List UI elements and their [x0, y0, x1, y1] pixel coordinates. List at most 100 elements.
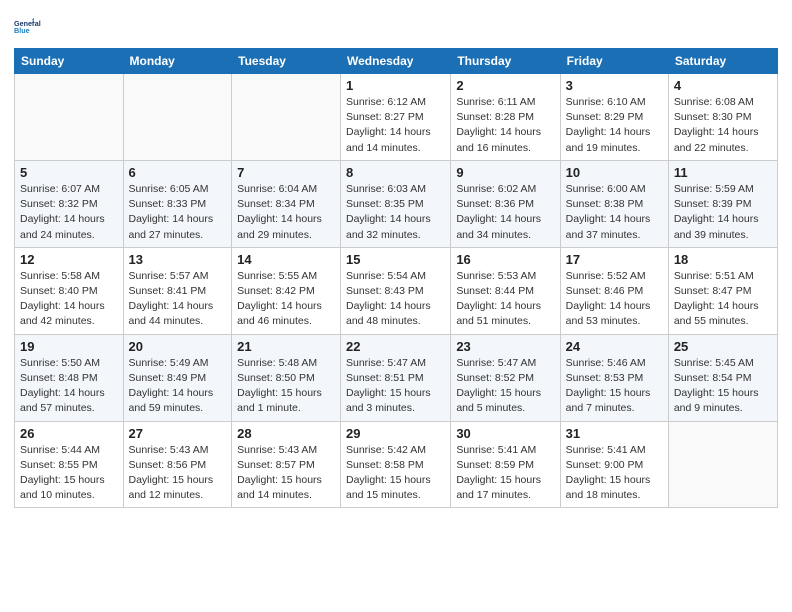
day-number: 2 — [456, 78, 554, 93]
calendar-day-19: 19 Sunrise: 5:50 AMSunset: 8:48 PMDayligh… — [15, 334, 124, 421]
weekday-header-tuesday: Tuesday — [232, 49, 341, 74]
day-info: Sunrise: 5:47 AMSunset: 8:51 PMDaylight:… — [346, 356, 445, 417]
day-number: 15 — [346, 252, 445, 267]
day-number: 22 — [346, 339, 445, 354]
day-number: 17 — [566, 252, 663, 267]
day-number: 6 — [129, 165, 227, 180]
day-info: Sunrise: 5:44 AMSunset: 8:55 PMDaylight:… — [20, 443, 118, 504]
day-number: 21 — [237, 339, 335, 354]
day-info: Sunrise: 6:08 AMSunset: 8:30 PMDaylight:… — [674, 95, 772, 156]
weekday-header-thursday: Thursday — [451, 49, 560, 74]
day-info: Sunrise: 5:42 AMSunset: 8:58 PMDaylight:… — [346, 443, 445, 504]
day-number: 5 — [20, 165, 118, 180]
calendar-day-11: 11 Sunrise: 5:59 AMSunset: 8:39 PMDayligh… — [668, 160, 777, 247]
calendar-day-15: 15 Sunrise: 5:54 AMSunset: 8:43 PMDayligh… — [341, 247, 451, 334]
day-info: Sunrise: 5:54 AMSunset: 8:43 PMDaylight:… — [346, 269, 445, 330]
day-number: 14 — [237, 252, 335, 267]
calendar-day-18: 18 Sunrise: 5:51 AMSunset: 8:47 PMDayligh… — [668, 247, 777, 334]
day-number: 19 — [20, 339, 118, 354]
day-number: 27 — [129, 426, 227, 441]
calendar-day-23: 23 Sunrise: 5:47 AMSunset: 8:52 PMDayligh… — [451, 334, 560, 421]
calendar-empty-cell — [668, 421, 777, 508]
day-info: Sunrise: 5:41 AMSunset: 9:00 PMDaylight:… — [566, 443, 663, 504]
calendar-week-row: 12 Sunrise: 5:58 AMSunset: 8:40 PMDayligh… — [15, 247, 778, 334]
calendar-day-20: 20 Sunrise: 5:49 AMSunset: 8:49 PMDayligh… — [123, 334, 232, 421]
day-info: Sunrise: 5:51 AMSunset: 8:47 PMDaylight:… — [674, 269, 772, 330]
calendar-day-1: 1 Sunrise: 6:12 AMSunset: 8:27 PMDaylight… — [341, 74, 451, 161]
day-number: 9 — [456, 165, 554, 180]
calendar-week-row: 5 Sunrise: 6:07 AMSunset: 8:32 PMDaylight… — [15, 160, 778, 247]
calendar-day-21: 21Sunrise: 5:48 AMSunset: 8:50 PMDayligh… — [232, 334, 341, 421]
day-info: Sunrise: 5:43 AMSunset: 8:57 PMDaylight:… — [237, 443, 335, 504]
day-info: Sunrise: 5:58 AMSunset: 8:40 PMDaylight:… — [20, 269, 118, 330]
calendar-day-2: 2Sunrise: 6:11 AMSunset: 8:28 PMDaylight… — [451, 74, 560, 161]
day-number: 31 — [566, 426, 663, 441]
calendar-day-7: 7Sunrise: 6:04 AMSunset: 8:34 PMDaylight… — [232, 160, 341, 247]
day-info: Sunrise: 5:43 AMSunset: 8:56 PMDaylight:… — [129, 443, 227, 504]
day-number: 28 — [237, 426, 335, 441]
calendar-empty-cell — [123, 74, 232, 161]
day-info: Sunrise: 6:10 AMSunset: 8:29 PMDaylight:… — [566, 95, 663, 156]
svg-text:Blue: Blue — [14, 26, 30, 35]
calendar-day-29: 29 Sunrise: 5:42 AMSunset: 8:58 PMDayligh… — [341, 421, 451, 508]
day-number: 23 — [456, 339, 554, 354]
calendar-day-28: 28 Sunrise: 5:43 AMSunset: 8:57 PMDayligh… — [232, 421, 341, 508]
day-info: Sunrise: 5:50 AMSunset: 8:48 PMDaylight:… — [20, 356, 118, 417]
day-number: 29 — [346, 426, 445, 441]
day-number: 25 — [674, 339, 772, 354]
calendar-day-17: 17Sunrise: 5:52 AMSunset: 8:46 PMDayligh… — [560, 247, 668, 334]
calendar-day-5: 5 Sunrise: 6:07 AMSunset: 8:32 PMDaylight… — [15, 160, 124, 247]
calendar-empty-cell — [232, 74, 341, 161]
day-info: Sunrise: 5:59 AMSunset: 8:39 PMDaylight:… — [674, 182, 772, 243]
day-number: 4 — [674, 78, 772, 93]
calendar-week-row: 26 Sunrise: 5:44 AMSunset: 8:55 PMDayligh… — [15, 421, 778, 508]
day-number: 12 — [20, 252, 118, 267]
day-number: 3 — [566, 78, 663, 93]
calendar-day-14: 14 Sunrise: 5:55 AMSunset: 8:42 PMDayligh… — [232, 247, 341, 334]
calendar-day-31: 31 Sunrise: 5:41 AMSunset: 9:00 PMDayligh… — [560, 421, 668, 508]
day-info: Sunrise: 5:49 AMSunset: 8:49 PMDaylight:… — [129, 356, 227, 417]
calendar-day-26: 26 Sunrise: 5:44 AMSunset: 8:55 PMDayligh… — [15, 421, 124, 508]
calendar-day-10: 10 Sunrise: 6:00 AMSunset: 8:38 PMDayligh… — [560, 160, 668, 247]
day-number: 13 — [129, 252, 227, 267]
calendar-header-row: SundayMondayTuesdayWednesdayThursdayFrid… — [15, 49, 778, 74]
day-info: Sunrise: 5:47 AMSunset: 8:52 PMDaylight:… — [456, 356, 554, 417]
day-info: Sunrise: 6:05 AMSunset: 8:33 PMDaylight:… — [129, 182, 227, 243]
calendar-day-22: 22 Sunrise: 5:47 AMSunset: 8:51 PMDayligh… — [341, 334, 451, 421]
weekday-header-monday: Monday — [123, 49, 232, 74]
day-info: Sunrise: 6:00 AMSunset: 8:38 PMDaylight:… — [566, 182, 663, 243]
day-info: Sunrise: 5:57 AMSunset: 8:41 PMDaylight:… — [129, 269, 227, 330]
day-number: 26 — [20, 426, 118, 441]
day-number: 10 — [566, 165, 663, 180]
day-number: 20 — [129, 339, 227, 354]
day-info: Sunrise: 6:07 AMSunset: 8:32 PMDaylight:… — [20, 182, 118, 243]
logo: General Blue — [14, 10, 48, 42]
day-number: 8 — [346, 165, 445, 180]
day-number: 24 — [566, 339, 663, 354]
day-number: 1 — [346, 78, 445, 93]
weekday-header-friday: Friday — [560, 49, 668, 74]
calendar-empty-cell — [15, 74, 124, 161]
weekday-header-saturday: Saturday — [668, 49, 777, 74]
day-number: 11 — [674, 165, 772, 180]
day-number: 7 — [237, 165, 335, 180]
weekday-header-sunday: Sunday — [15, 49, 124, 74]
day-number: 18 — [674, 252, 772, 267]
day-info: Sunrise: 6:12 AMSunset: 8:27 PMDaylight:… — [346, 95, 445, 156]
calendar-day-6: 6 Sunrise: 6:05 AMSunset: 8:33 PMDaylight… — [123, 160, 232, 247]
weekday-header-wednesday: Wednesday — [341, 49, 451, 74]
page: General Blue SundayMondayTuesdayWednesda… — [0, 0, 792, 612]
calendar-day-16: 16 Sunrise: 5:53 AMSunset: 8:44 PMDayligh… — [451, 247, 560, 334]
day-number: 16 — [456, 252, 554, 267]
calendar-day-27: 27 Sunrise: 5:43 AMSunset: 8:56 PMDayligh… — [123, 421, 232, 508]
calendar-day-9: 9Sunrise: 6:02 AMSunset: 8:36 PMDaylight… — [451, 160, 560, 247]
calendar-day-30: 30Sunrise: 5:41 AMSunset: 8:59 PMDayligh… — [451, 421, 560, 508]
calendar-week-row: 1 Sunrise: 6:12 AMSunset: 8:27 PMDaylight… — [15, 74, 778, 161]
day-info: Sunrise: 5:53 AMSunset: 8:44 PMDaylight:… — [456, 269, 554, 330]
calendar-week-row: 19 Sunrise: 5:50 AMSunset: 8:48 PMDayligh… — [15, 334, 778, 421]
day-number: 30 — [456, 426, 554, 441]
day-info: Sunrise: 5:55 AMSunset: 8:42 PMDaylight:… — [237, 269, 335, 330]
calendar-day-3: 3 Sunrise: 6:10 AMSunset: 8:29 PMDaylight… — [560, 74, 668, 161]
day-info: Sunrise: 5:45 AMSunset: 8:54 PMDaylight:… — [674, 356, 772, 417]
header: General Blue — [14, 10, 778, 42]
